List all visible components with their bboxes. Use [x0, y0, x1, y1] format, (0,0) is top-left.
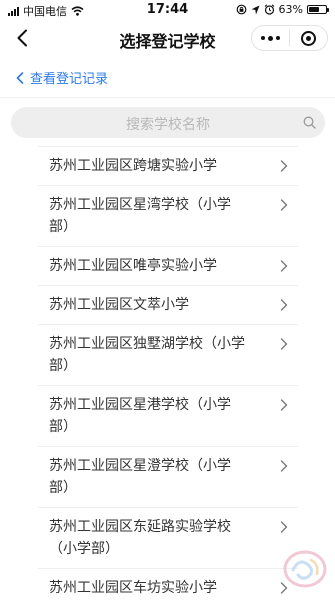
battery-percent: 63%: [278, 3, 303, 16]
view-records-label: 查看登记记录: [30, 72, 109, 87]
search-input[interactable]: 搜索学校名称: [11, 107, 325, 138]
status-right: 63%: [236, 3, 329, 16]
search-placeholder: 搜索学校名称: [126, 117, 210, 133]
chevron-right-icon: [280, 299, 288, 311]
school-name: 苏州工业园区文萃小学: [49, 297, 189, 313]
school-item[interactable]: 苏州工业园区东延路实验学校 （小学部）: [38, 507, 298, 568]
school-name: 苏州工业园区星湾学校（小学 部）: [49, 197, 231, 235]
alarm-icon: [264, 4, 274, 15]
chevron-right-icon: [280, 260, 288, 272]
school-name: 苏州工业园区东延路实验学校 （小学部）: [49, 519, 231, 557]
school-item[interactable]: 苏州工业园区车坊实验小学: [38, 568, 298, 607]
chevron-right-icon: [280, 199, 288, 211]
school-item[interactable]: 苏州工业园区唯亭实验小学: [38, 246, 298, 285]
chevron-right-icon: [280, 399, 288, 411]
chevron-left-icon: [16, 71, 24, 84]
close-button[interactable]: [290, 30, 327, 46]
chevron-right-icon: [280, 338, 288, 350]
nav-bar: 选择登记学校: [0, 20, 335, 56]
status-bar: 中国电信 17:44 63%: [0, 0, 335, 20]
school-item[interactable]: 苏州工业园区星澄学校（小学 部）: [38, 446, 298, 507]
more-dots-icon: [261, 35, 280, 41]
more-button[interactable]: [252, 35, 289, 41]
mini-program-capsule: [251, 25, 328, 51]
section-divider: [0, 97, 335, 98]
school-item[interactable]: 苏州工业园区星湾学校（小学 部）: [38, 185, 298, 246]
lock-rotation-icon: [236, 4, 246, 15]
location-icon: [251, 5, 260, 14]
school-name: 苏州工业园区星港学校（小学 部）: [49, 397, 231, 435]
search-icon: [303, 116, 316, 129]
school-item[interactable]: 苏州工业园区文萃小学: [38, 285, 298, 324]
school-item[interactable]: 苏州工业园区跨塘实验小学: [38, 146, 298, 185]
school-name: 苏州工业园区星澄学校（小学 部）: [49, 458, 231, 496]
chevron-right-icon: [280, 460, 288, 472]
school-name: 苏州工业园区独墅湖学校（小学 部）: [49, 336, 245, 374]
school-item[interactable]: 苏州工业园区星港学校（小学 部）: [38, 385, 298, 446]
school-name: 苏州工业园区唯亭实验小学: [49, 258, 217, 274]
target-circle-icon: [301, 30, 316, 46]
watermark-logo: [283, 550, 327, 588]
chevron-right-icon: [280, 521, 288, 533]
chevron-right-icon: [280, 160, 288, 172]
view-records-link[interactable]: 查看登记记录: [16, 68, 108, 87]
school-name: 苏州工业园区跨塘实验小学: [49, 158, 217, 174]
school-item[interactable]: 苏州工业园区独墅湖学校（小学 部）: [38, 324, 298, 385]
battery-icon: [307, 5, 329, 14]
